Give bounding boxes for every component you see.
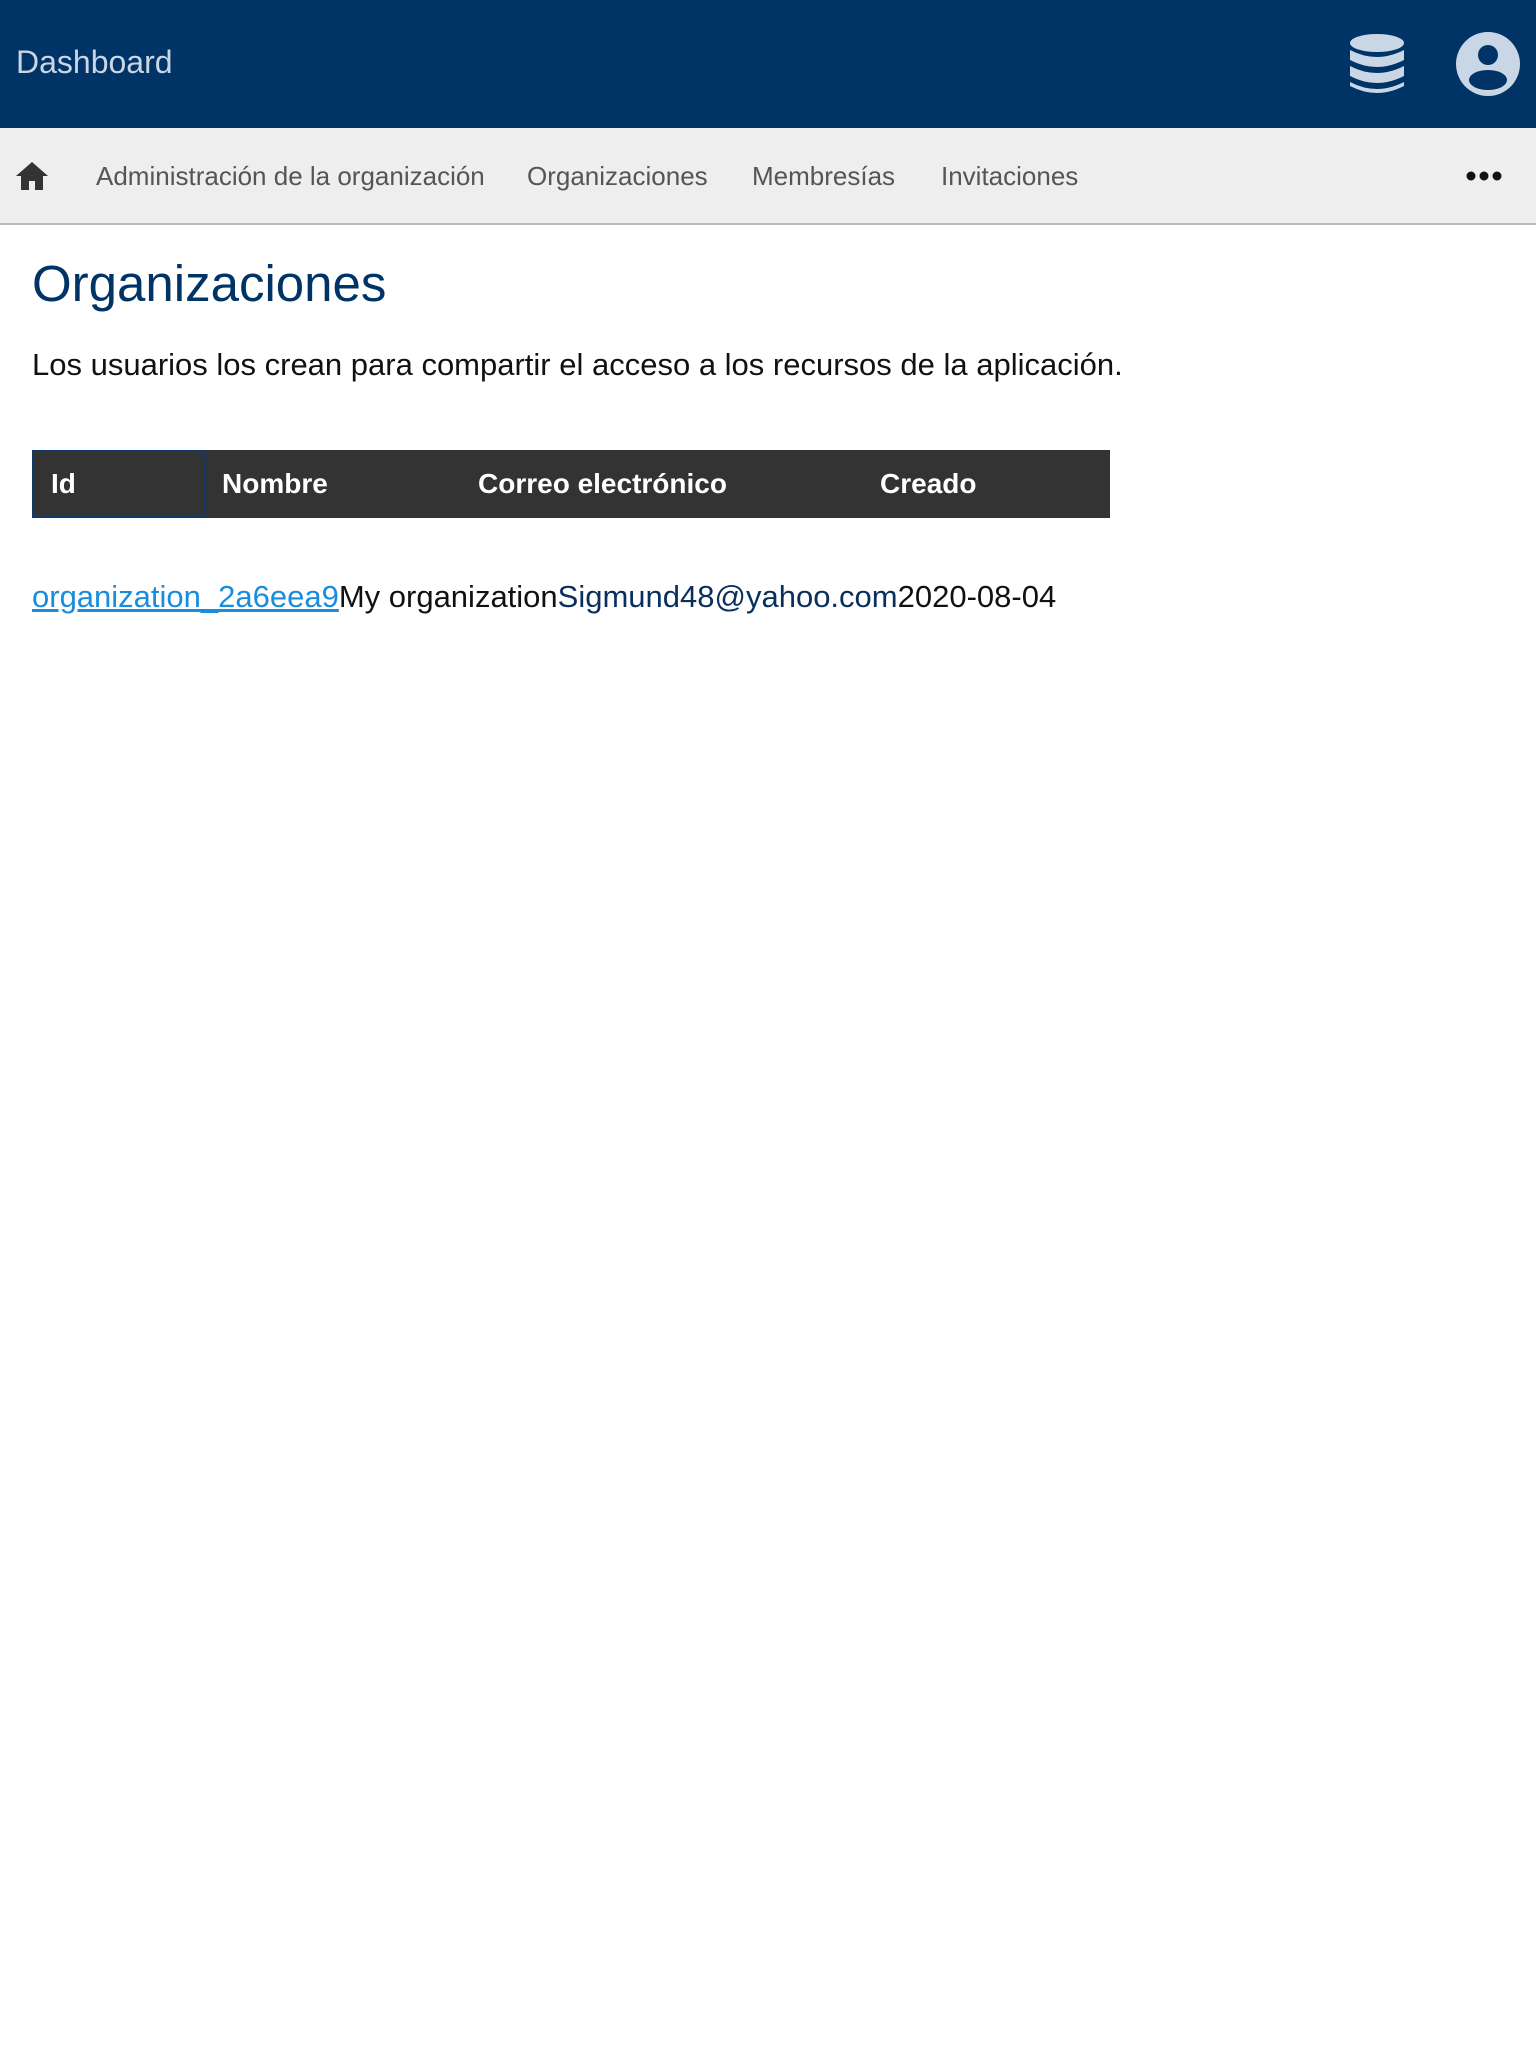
column-header-id[interactable]: Id <box>32 450 205 518</box>
account-circle-icon <box>1456 32 1520 96</box>
organization-name: My organization <box>338 579 558 614</box>
nav-item-organization-admin[interactable]: Administración de la organización <box>96 158 485 194</box>
nav-item-organizations[interactable]: Organizaciones <box>527 158 708 194</box>
database-button[interactable] <box>1343 30 1411 98</box>
account-button[interactable] <box>1454 30 1522 98</box>
column-header-name[interactable]: Nombre <box>222 450 328 518</box>
page-title: Organizaciones <box>32 255 387 312</box>
more-horizontal-icon <box>1466 171 1502 181</box>
home-icon <box>16 162 48 190</box>
organization-id-link[interactable]: organization_2a6eea9 <box>32 579 339 614</box>
table-row: organization_2a6eea9My organizationSigmu… <box>32 577 1056 617</box>
dashboard-link[interactable]: Dashboard <box>16 42 173 82</box>
nav-item-invitations[interactable]: Invitaciones <box>941 158 1078 194</box>
top-header: Dashboard <box>0 0 1536 128</box>
organization-created-date: 2020-08-04 <box>897 579 1057 614</box>
more-button[interactable] <box>1464 166 1504 186</box>
home-button[interactable] <box>14 158 50 194</box>
organization-email-link[interactable]: Sigmund48@yahoo.com <box>558 579 898 614</box>
column-header-created[interactable]: Creado <box>880 450 976 518</box>
column-header-email[interactable]: Correo electrónico <box>478 450 727 518</box>
nav-item-memberships[interactable]: Membresías <box>752 158 895 194</box>
database-icon <box>1350 34 1404 93</box>
secondary-nav: Administración de la organización Organi… <box>0 128 1536 225</box>
table-header: Id Nombre Correo electrónico Creado <box>32 450 1110 518</box>
page-description: Los usuarios los crean para compartir el… <box>32 347 1123 382</box>
